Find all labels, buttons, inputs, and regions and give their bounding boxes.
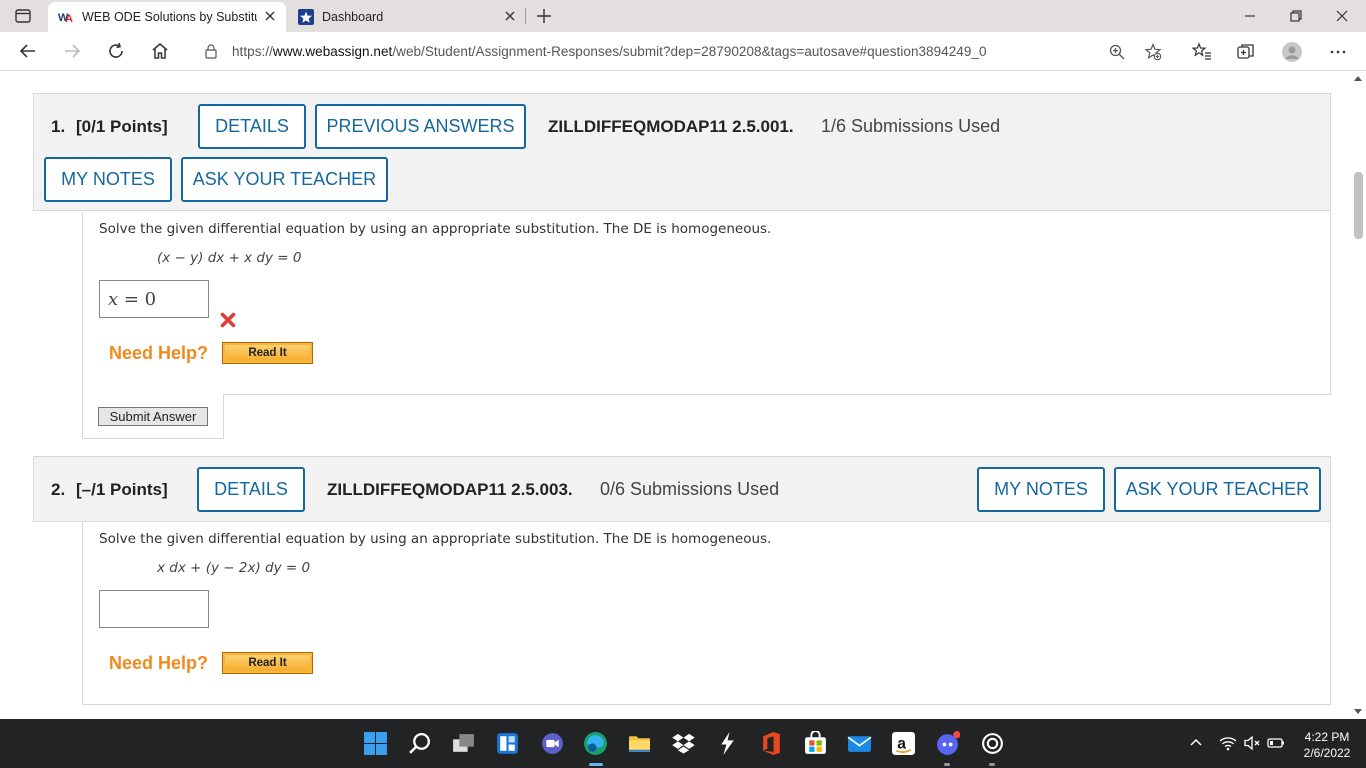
tab-title: Dashboard (322, 10, 384, 24)
clock-date: 2/6/2022 (1303, 746, 1351, 760)
need-help-label: Need Help? (109, 653, 209, 673)
volume-muted-icon[interactable] (1242, 733, 1262, 753)
previous-answers-button[interactable]: PREVIOUS ANSWERS (315, 104, 526, 149)
my-notes-button[interactable]: MY NOTES (977, 467, 1105, 512)
need-help-label: Need Help? (109, 343, 209, 363)
question-1-equation: (x − y) dx + x dy = 0 (157, 250, 302, 266)
question-1-header: 1. [0/1 Points] DETAILS PREVIOUS ANSWERS… (33, 93, 1331, 211)
steelseries-app-icon[interactable] (980, 731, 1005, 756)
windows-taskbar: a 4:22 PM 2/6/2022 (0, 719, 1366, 768)
lock-icon[interactable] (204, 44, 218, 59)
scroll-thumb[interactable] (1354, 172, 1363, 239)
close-tab-icon[interactable] (504, 10, 516, 22)
url-path: /web/Student/Assignment-Responses/submit… (392, 44, 987, 59)
question-1-submissions: 1/6 Submissions Used (821, 116, 1001, 136)
svg-text:A: A (65, 13, 73, 25)
answer-variable: x (108, 289, 119, 310)
read-it-button[interactable]: Read It (222, 342, 313, 364)
system-clock[interactable]: 4:22 PM 2/6/2022 (1296, 729, 1358, 761)
question-2-prompt: Solve the given differential equation by… (99, 531, 772, 547)
page-content: 1. [0/1 Points] DETAILS PREVIOUS ANSWERS… (0, 72, 1366, 719)
forward-arrow-icon[interactable] (62, 41, 82, 61)
question-2-submissions: 0/6 Submissions Used (600, 479, 780, 499)
active-app-indicator (589, 763, 603, 766)
incorrect-x-icon (220, 312, 236, 328)
url-scheme: https:// (232, 44, 273, 59)
ask-your-teacher-button[interactable]: ASK YOUR TEACHER (1114, 467, 1321, 512)
show-hidden-icons-chevron-icon[interactable] (1186, 733, 1206, 753)
my-notes-button[interactable]: MY NOTES (44, 157, 172, 202)
edge-browser-icon[interactable] (583, 731, 608, 756)
minimize-icon[interactable] (1242, 8, 1258, 24)
question-2-header: 2. [–/1 Points] DETAILS ZILLDIFFEQMODAP1… (33, 456, 1331, 522)
collections-icon[interactable] (1236, 42, 1256, 62)
tab-actions-icon[interactable] (14, 7, 32, 25)
tab-divider (525, 8, 526, 24)
open-app-indicator (944, 763, 950, 766)
answer-input[interactable]: x = 0 (99, 280, 209, 318)
page-scrollbar[interactable] (1350, 72, 1366, 719)
details-button[interactable]: DETAILS (198, 104, 306, 149)
question-2-points: [–/1 Points] (76, 480, 168, 499)
refresh-icon[interactable] (106, 41, 126, 61)
teams-chat-icon[interactable] (540, 731, 565, 756)
wifi-icon[interactable] (1218, 733, 1238, 753)
ask-your-teacher-button[interactable]: ASK YOUR TEACHER (181, 157, 388, 202)
scroll-up-arrow-icon[interactable] (1354, 76, 1362, 81)
dropbox-icon[interactable] (671, 731, 696, 756)
task-view-icon[interactable] (451, 731, 476, 756)
question-1-number: 1. (51, 117, 66, 136)
answer-input[interactable] (99, 590, 209, 628)
tab-webassign[interactable]: W A WEB ODE Solutions by Substituti (48, 2, 286, 32)
search-icon[interactable] (408, 731, 433, 756)
amazon-icon[interactable]: a (891, 731, 916, 756)
lightning-app-icon[interactable] (715, 731, 740, 756)
browser-toolbar: https://www.webassign.net/web/Student/As… (0, 32, 1366, 71)
submit-answer-area: Submit Answer (82, 394, 224, 439)
url-text[interactable]: https://www.webassign.net/web/Student/As… (232, 44, 987, 59)
submit-answer-button[interactable]: Submit Answer (98, 407, 208, 426)
webassign-logo-icon: W A (58, 12, 73, 25)
details-button[interactable]: DETAILS (197, 467, 305, 512)
question-2-code: ZILLDIFFEQMODAP11 2.5.003. (327, 480, 573, 499)
question-2-body: Solve the given differential equation by… (82, 522, 1331, 705)
question-1-prompt: Solve the given differential equation by… (99, 221, 772, 237)
close-window-icon[interactable] (1334, 8, 1350, 24)
question-1-body: Solve the given differential equation by… (82, 212, 1331, 395)
close-tab-icon[interactable] (264, 10, 276, 22)
more-menu-icon[interactable] (1328, 42, 1348, 62)
svg-text:a: a (897, 736, 906, 753)
widgets-icon[interactable] (495, 731, 520, 756)
question-2-number: 2. (51, 480, 66, 499)
browser-tab-bar: W A WEB ODE Solutions by Substituti Dash… (0, 0, 1366, 32)
mail-icon[interactable] (847, 731, 872, 756)
office-icon[interactable] (759, 731, 784, 756)
discord-icon[interactable] (935, 731, 960, 756)
scroll-down-arrow-icon[interactable] (1354, 709, 1362, 714)
profile-avatar-icon[interactable] (1282, 42, 1302, 62)
windows-start-icon[interactable] (363, 731, 388, 756)
restore-icon[interactable] (1288, 8, 1304, 24)
back-arrow-icon[interactable] (18, 41, 38, 61)
file-explorer-icon[interactable] (627, 731, 652, 756)
question-1-points: [0/1 Points] (76, 117, 168, 136)
clock-time: 4:22 PM (1304, 730, 1350, 744)
question-1-code: ZILLDIFFEQMODAP11 2.5.001. (548, 117, 794, 136)
favorites-icon[interactable] (1192, 42, 1212, 62)
url-host: www.webassign.net (272, 44, 393, 59)
zoom-icon[interactable] (1108, 43, 1126, 61)
battery-icon[interactable] (1266, 733, 1286, 753)
tab-title: WEB ODE Solutions by Substituti (82, 10, 257, 24)
home-icon[interactable] (150, 41, 170, 61)
tab-dashboard[interactable]: Dashboard (288, 2, 526, 32)
address-bar[interactable]: https://www.webassign.net/web/Student/As… (188, 36, 1173, 67)
new-tab-icon[interactable] (535, 7, 553, 25)
question-2-equation: x dx + (y − 2x) dy = 0 (157, 560, 311, 576)
microsoft-store-icon[interactable] (803, 731, 828, 756)
add-favorite-icon[interactable] (1144, 43, 1162, 61)
open-app-indicator (989, 763, 995, 766)
read-it-button[interactable]: Read It (222, 652, 313, 674)
answer-value: = 0 (118, 289, 157, 310)
dashboard-star-icon (298, 9, 314, 25)
